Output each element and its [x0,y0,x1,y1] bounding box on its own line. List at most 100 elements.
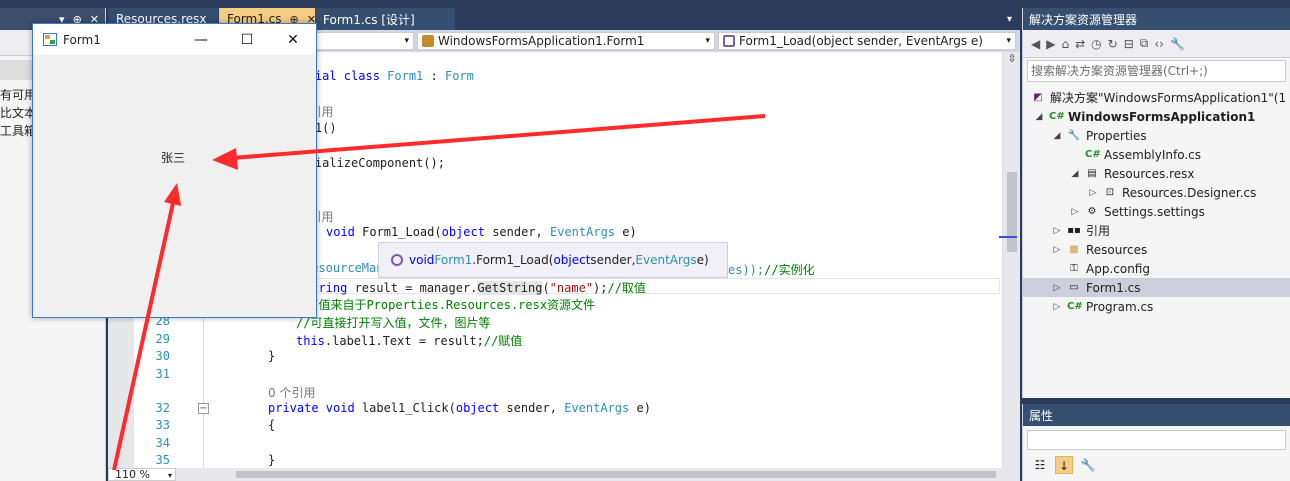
code-token: Form [444,69,474,83]
object-selector[interactable] [1027,430,1286,450]
collapsed-icon[interactable]: ▷ [1051,283,1063,293]
collapsed-icon[interactable]: ▷ [1069,207,1081,217]
code-token: this [296,334,325,348]
back-icon[interactable]: ◀ [1031,37,1040,51]
properties-toolbar: ☷ ↓ 🔧 [1023,454,1290,476]
splitter-icon[interactable]: ⇳ [1003,52,1020,66]
code-token: private void [268,401,362,415]
code-comment: //实例化 [764,263,815,277]
tooltip-token: e) [696,253,709,267]
codelens-reference[interactable]: 0 个引用 [268,384,315,401]
line-number: 31 [155,367,170,381]
expanded-icon[interactable]: ◢ [1069,169,1081,179]
properties-wrench-icon[interactable]: 🔧 [1170,37,1185,51]
tree-item-form1-cs[interactable]: ▷ ▭ Form1.cs [1023,278,1290,297]
collapsed-icon[interactable]: ▷ [1087,188,1099,198]
refresh-icon[interactable]: ↻ [1108,37,1118,51]
scrollbar-thumb[interactable] [1007,172,1017,252]
collapsed-icon[interactable]: ▷ [1051,226,1063,236]
tree-item-label: Settings.settings [1104,204,1205,219]
chevron-down-icon: ▾ [1006,36,1011,46]
tree-item-properties[interactable]: ◢ 🔧 Properties [1023,126,1290,145]
alphabetical-icon[interactable]: ↓ [1055,456,1073,474]
zoom-selector[interactable]: 110 % ▾ [108,468,176,481]
tree-item-solution[interactable]: ◩ 解决方案"WindowsFormsApplication1"(1 [1023,88,1290,107]
minimize-button[interactable]: — [178,24,224,55]
zoom-value: 110 % [115,468,150,481]
tree-item-assemblyinfo[interactable]: C# AssemblyInfo.cs [1023,145,1290,164]
solution-explorer-toolbar: ◀ ▶ ⌂ ⇄ ◷ ↻ ⊟ ⧉ ‹› 🔧 [1023,30,1290,58]
form1-title-bar[interactable]: Form1 — ☐ ✕ [33,24,316,55]
code-token: e) [615,225,637,239]
tab-overflow-icon[interactable]: ▾ [999,8,1020,30]
code-line: void Form1_Load(object sender, EventArgs… [326,225,637,239]
expanded-icon[interactable]: ◢ [1033,112,1045,122]
horizontal-scrollbar[interactable] [176,468,1020,481]
class-icon [422,35,434,47]
collapse-icon[interactable]: − [198,403,209,414]
tree-item-resources-resx[interactable]: ◢ ▤ Resources.resx [1023,164,1290,183]
code-comment: //赋值 [483,334,523,348]
collapse-all-icon[interactable]: ⊟ [1124,37,1134,51]
tree-item-project[interactable]: ◢ C# WindowsFormsApplication1 [1023,107,1290,126]
solution-search-input[interactable]: 搜索解决方案资源管理器(Ctrl+;) [1027,60,1286,82]
view-code-icon[interactable]: ‹› [1154,37,1164,51]
gear-icon: ⚙ [1087,206,1097,217]
code-token: ); [593,281,608,295]
history-icon[interactable]: ◷ [1091,37,1101,51]
code-token: sender, [499,401,565,415]
tree-item-resources-folder[interactable]: ▷ ■ Resources [1023,240,1290,259]
folder-icon: ■ [1069,244,1079,255]
code-token: es)); [728,263,765,277]
solution-explorer-title: 解决方案资源管理器 [1023,8,1290,30]
tree-item-settings[interactable]: ▷ ⚙ Settings.settings [1023,202,1290,221]
tab-form1-designer[interactable]: Form1.cs [设计] [315,8,455,30]
vertical-scrollbar[interactable]: ⇳ [999,52,1020,468]
tree-item-label: Resources.Designer.cs [1122,185,1257,200]
home-icon[interactable]: ⌂ [1061,37,1069,51]
tree-item-app-config[interactable]: ⚿ App.config [1023,259,1290,278]
chevron-down-icon: ▾ [167,471,172,480]
code-token: object [455,401,500,415]
form1-title: Form1 [63,32,101,47]
editor-bottom-bar: 110 % ▾ [108,468,1020,481]
code-line: { [268,418,276,432]
collapsed-icon[interactable]: ▷ [1051,245,1063,255]
sync-icon[interactable]: ⇄ [1075,37,1085,51]
wrench-icon[interactable]: 🔧 [1079,456,1097,474]
tooltip-token: object [553,253,591,267]
tab-label: Form1.cs [设计] [323,12,415,27]
code-token: ( [542,281,550,295]
label1[interactable]: 张三 [161,149,185,166]
code-line: string result = manager.GetString("name"… [304,279,646,296]
solution-icon: ◩ [1033,92,1043,103]
member-selector[interactable]: Form1_Load(object sender, EventArgs e) ▾ [718,32,1016,50]
properties-panel: 属性 ☷ ↓ 🔧 [1022,404,1290,481]
properties-title: 属性 [1023,404,1290,426]
code-token: label1_Click( [361,401,456,415]
maximize-button[interactable]: ☐ [224,24,270,55]
member-selector-label: Form1_Load(object sender, EventArgs e) [739,34,983,48]
forward-icon[interactable]: ▶ [1046,37,1055,51]
categorized-icon[interactable]: ☷ [1031,456,1049,474]
collapsed-icon[interactable]: ▷ [1051,302,1063,312]
show-all-files-icon[interactable]: ⧉ [1140,36,1149,51]
close-button[interactable]: ✕ [270,24,316,55]
code-comment: //值来自于Properties.Resources.resx资源文件 [304,298,596,312]
form-app-icon [43,33,57,46]
tree-item-label: AssemblyInfo.cs [1104,147,1202,162]
tree-item-program-cs[interactable]: ▷ C# Program.cs [1023,297,1290,316]
scroll-marker [999,236,1017,238]
tooltip-token: EventArgs [635,253,697,267]
code-comment: //可直接打开写入值，文件，图片等 [296,316,491,330]
line-number: 32 [155,401,170,415]
csharp-file-icon: C# [1067,301,1083,312]
tree-item-references[interactable]: ▷ ▪▪ 引用 [1023,221,1290,240]
tree-item-label: WindowsFormsApplication1 [1068,109,1256,124]
expanded-icon[interactable]: ◢ [1051,131,1063,141]
code-string: "name" [549,281,594,295]
scrollbar-thumb[interactable] [236,471,996,478]
line-number: 30 [155,349,170,363]
class-selector[interactable]: WindowsFormsApplication1.Form1 ▾ [417,32,715,50]
tree-item-resources-designer[interactable]: ▷ ⊡ Resources.Designer.cs [1023,183,1290,202]
